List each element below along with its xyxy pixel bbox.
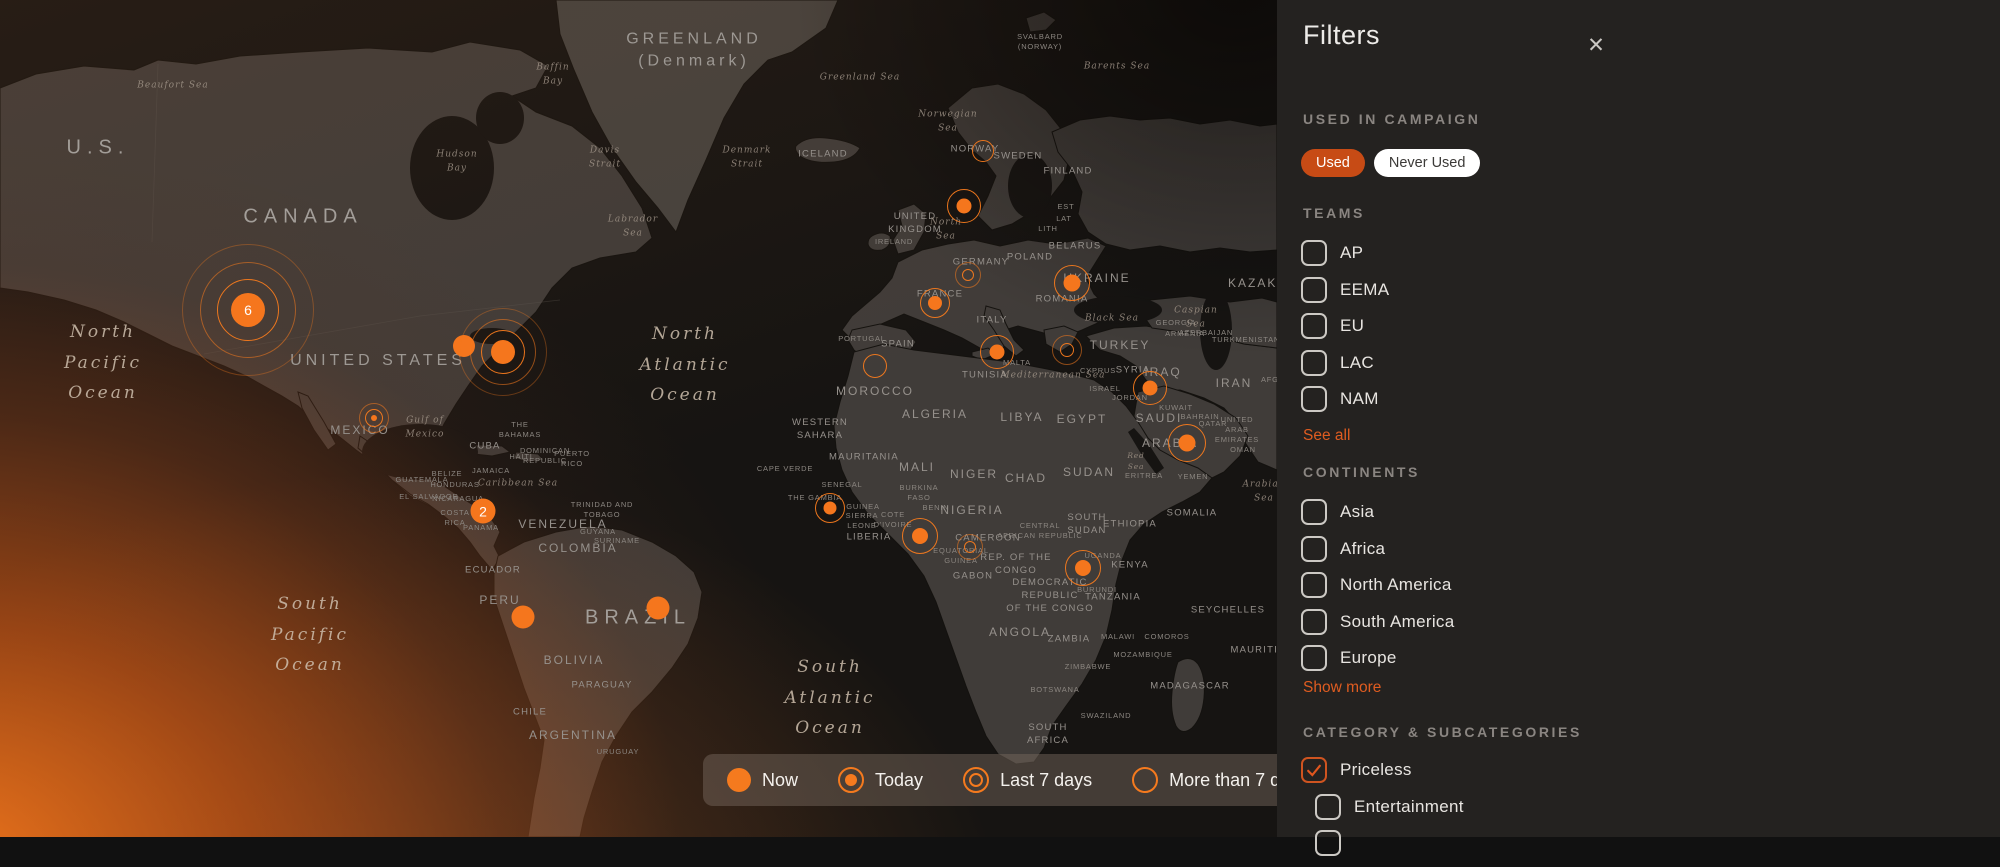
filter-pill-used[interactable]: Used [1301,149,1365,177]
marker-dot [957,199,972,214]
checkbox-label: Europe [1340,648,1397,668]
checkbox [1315,830,1341,856]
legend-label: Last 7 days [1000,770,1092,791]
legend-older-icon [1132,767,1158,793]
checkbox-label: NAM [1340,389,1379,409]
checkbox [1301,313,1327,339]
legend-item-more-than-7-days-ago: More than 7 days ago [1132,767,1277,793]
checkbox-row-ap[interactable]: AP [1301,240,1389,266]
checkbox-label: Entertainment [1354,797,1464,817]
panel-title: Filters [1303,20,1380,51]
checkbox-row-nam[interactable]: NAM [1301,386,1389,412]
used-pills: Used Never Used [1301,149,1480,177]
legend-item-now: Now [727,768,798,792]
section-heading-used-in-campaign: USED IN CAMPAIGN [1303,111,1480,127]
app: U.S.CANADAUNITED STATESGREENLAND (Denmar… [0,0,2000,837]
checkbox-row-priceless[interactable]: Priceless [1301,757,1464,783]
checkbox-label: Asia [1340,502,1374,522]
checkbox [1301,350,1327,376]
marker-ring [972,140,994,162]
legend-last7-icon [963,767,989,793]
checkbox-row-hidden[interactable] [1315,830,1464,856]
checkbox-row-lac[interactable]: LAC [1301,350,1389,376]
map-legend: Now Today Last 7 days More than 7 days ago [703,754,1277,806]
marker-dot [1064,275,1081,292]
checkbox-label: EU [1340,316,1364,336]
checkbox-row-eema[interactable]: EEMA [1301,277,1389,303]
marker-dot [1179,435,1196,452]
checkbox [1301,277,1327,303]
category-list: Priceless Entertainment [1301,757,1464,867]
checkbox-row-entertainment[interactable]: Entertainment [1315,794,1464,820]
checkbox-row-south-america[interactable]: South America [1301,609,1454,635]
checkbox-label: North America [1340,575,1452,595]
checkbox-row-africa[interactable]: Africa [1301,536,1454,562]
marker-dot [824,502,837,515]
marker-dot [912,528,928,544]
world-map[interactable]: U.S.CANADAUNITED STATESGREENLAND (Denmar… [0,0,1277,837]
marker-ring [1052,335,1082,365]
marker-ring [955,262,981,288]
legend-now-icon [727,768,751,792]
close-icon: ✕ [1587,34,1605,57]
check-icon [1304,760,1324,780]
checkbox [1301,645,1327,671]
show-more-link[interactable]: Show more [1303,679,1381,697]
checkbox-row-europe[interactable]: Europe [1301,645,1454,671]
marker-dot [371,415,377,421]
checkbox-row-north-america[interactable]: North America [1301,572,1454,598]
legend-item-last-7-days: Last 7 days [963,767,1092,793]
marker-dot: 2 [471,499,496,524]
checked-checkbox [1301,757,1327,783]
checkbox-row-eu[interactable]: EU [1301,313,1389,339]
close-button[interactable]: ✕ [1580,30,1612,62]
marker-dot [1075,560,1091,576]
section-heading-categories: CATEGORY & SUBCATEGORIES [1303,724,1582,740]
marker-dot [512,606,535,629]
see-all-link[interactable]: See all [1303,427,1350,445]
legend-item-today: Today [838,767,923,793]
checkbox-row-asia[interactable]: Asia [1301,499,1454,525]
filters-panel: Filters ✕ USED IN CAMPAIGN Used Never Use… [1277,0,2000,837]
checkbox-label: EEMA [1340,280,1389,300]
marker-ring [863,354,887,378]
marker-dot [990,345,1005,360]
continents-list: Asia Africa North America South America Euro… [1301,499,1454,682]
checkbox [1301,240,1327,266]
legend-label: Now [762,770,798,791]
marker-dot [1143,381,1158,396]
map-markers: 62 [0,0,1277,837]
checkbox-label: Priceless [1340,760,1412,780]
section-heading-continents: CONTINENTS [1303,464,1420,480]
checkbox-label: South America [1340,612,1454,632]
checkbox-label: LAC [1340,353,1374,373]
checkbox [1301,499,1327,525]
checkbox [1301,536,1327,562]
checkbox [1315,794,1341,820]
legend-today-icon [838,767,864,793]
marker-dot [491,340,515,364]
section-heading-teams: TEAMS [1303,205,1365,221]
checkbox [1301,572,1327,598]
legend-label: Today [875,770,923,791]
checkbox-label: AP [1340,243,1363,263]
marker-dot [928,296,942,310]
marker-dot: 6 [231,293,265,327]
teams-list: AP EEMA EU LAC NAM [1301,240,1389,423]
checkbox-label: Africa [1340,539,1385,559]
marker-dot [647,597,670,620]
marker-ring [957,534,983,560]
filter-pill-never-used[interactable]: Never Used [1374,149,1481,177]
checkbox [1301,609,1327,635]
legend-label: More than 7 days ago [1169,770,1277,791]
checkbox [1301,386,1327,412]
